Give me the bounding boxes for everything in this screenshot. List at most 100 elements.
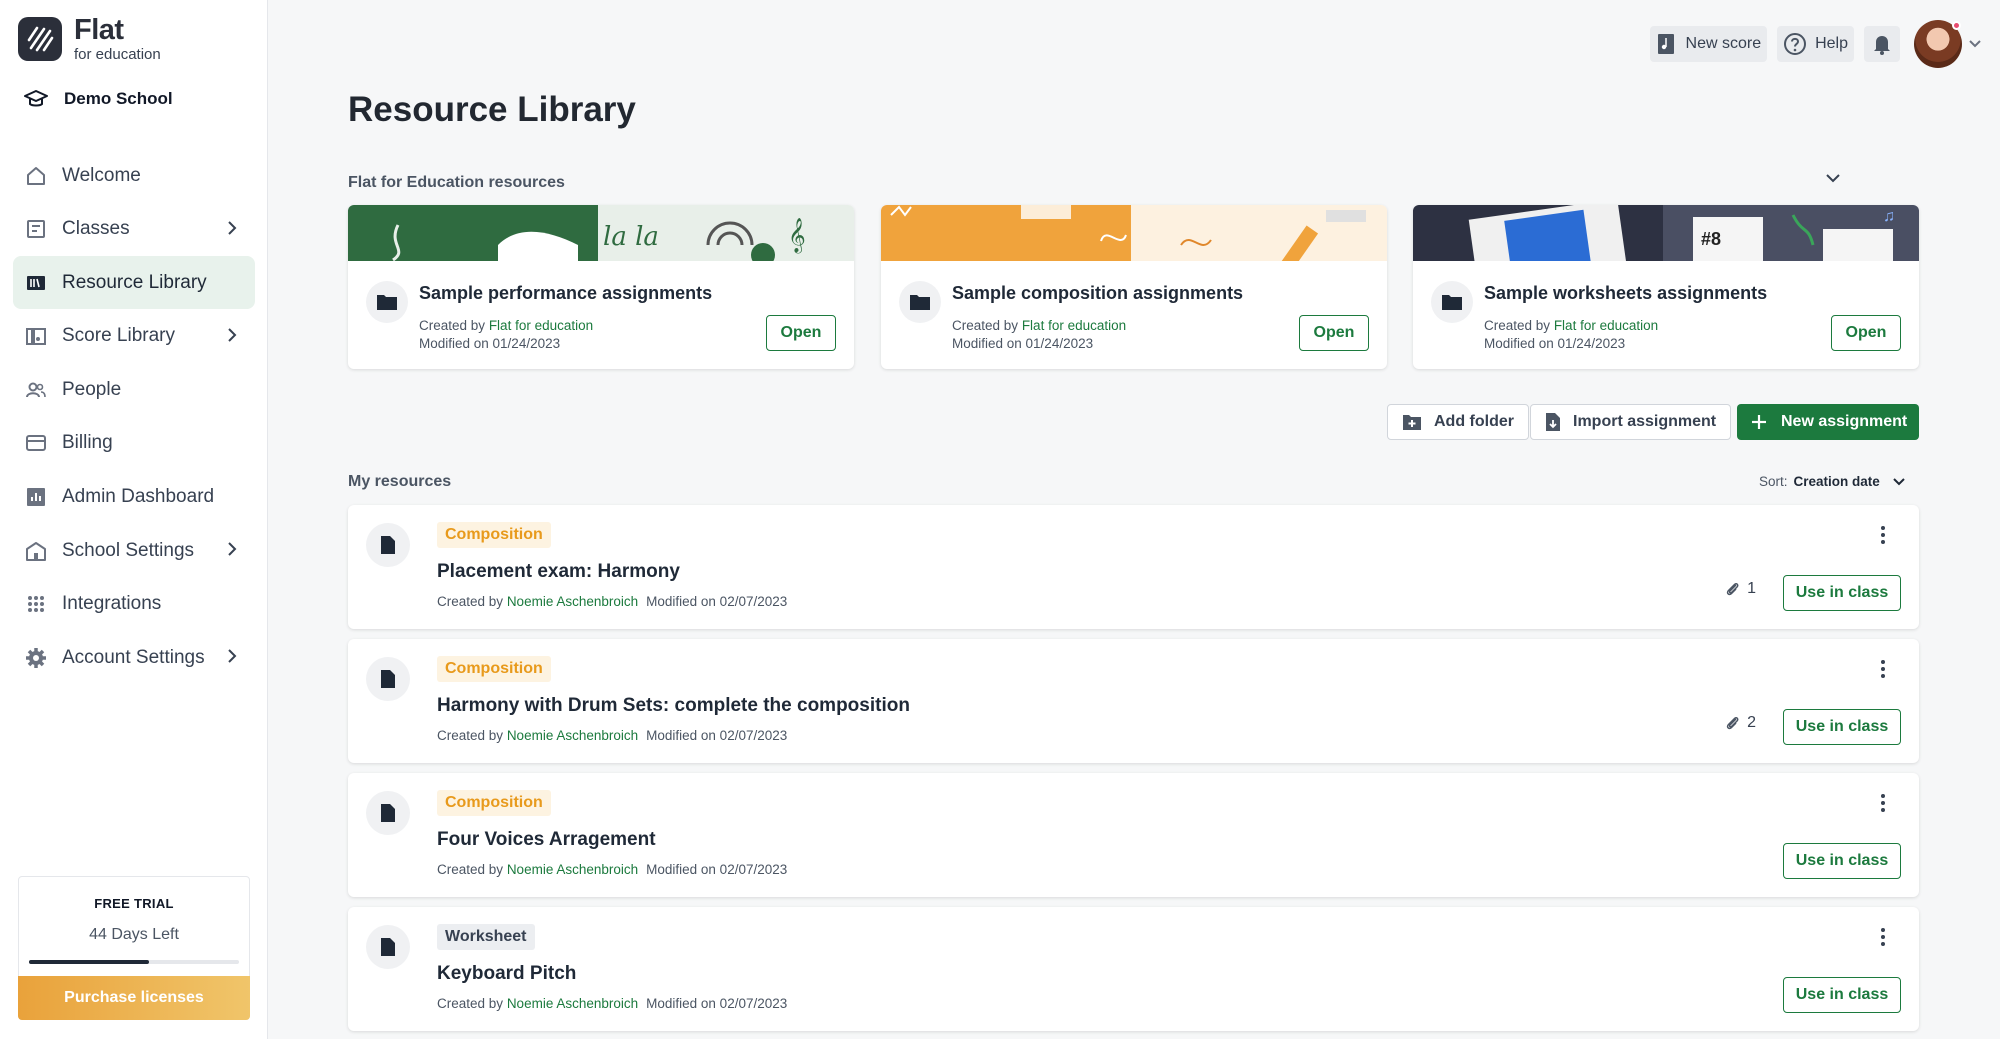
sort-label: Sort: (1759, 474, 1788, 489)
resource-card-title: Sample performance assignments (419, 283, 713, 303)
created-by-prefix: Created by (419, 318, 486, 333)
school-name: Demo School (64, 89, 173, 108)
nav-item-score-library[interactable]: Score Library (13, 310, 255, 363)
add-folder-label: Add folder (1434, 413, 1514, 430)
author-link[interactable]: Noemie Aschenbroich (507, 862, 638, 877)
nav-label: People (62, 378, 122, 400)
chevron-down-icon[interactable] (1968, 39, 1982, 49)
grid-icon (24, 592, 48, 616)
resource-meta: Created by Noemie Aschenbroich Modified o… (437, 594, 787, 609)
nav-label: Classes (62, 218, 130, 240)
open-button[interactable]: Open (766, 315, 836, 351)
brand-name: Flat (74, 14, 124, 46)
composition-banner-illustration (881, 205, 1387, 261)
nav-label: Score Library (62, 325, 175, 347)
author-link[interactable]: Flat for education (1022, 318, 1126, 333)
nav-item-billing[interactable]: Billing (13, 417, 255, 470)
document-icon (366, 657, 410, 701)
notifications-button[interactable] (1864, 26, 1900, 62)
more-options-icon[interactable] (1873, 523, 1893, 547)
flat-logo[interactable]: Flat for education (18, 16, 161, 62)
open-button[interactable]: Open (1831, 315, 1901, 351)
nav-label: Admin Dashboard (62, 486, 215, 508)
trial-title: FREE TRIAL (94, 896, 174, 911)
add-folder-button[interactable]: Add folder (1387, 404, 1529, 440)
help-icon (1784, 33, 1807, 55)
attachments-count: 1 (1725, 580, 1756, 598)
billing-icon (24, 431, 48, 455)
use-in-class-button[interactable]: Use in class (1783, 843, 1901, 879)
resource-card-modified: Modified on 01/24/2023 (419, 336, 561, 351)
author-link[interactable]: Noemie Aschenbroich (507, 728, 638, 743)
resource-item[interactable]: Composition Harmony with Drum Sets: comp… (348, 639, 1919, 763)
nav-label: Welcome (62, 164, 141, 186)
chevron-right-icon (228, 220, 237, 235)
resource-title: Harmony with Drum Sets: complete the com… (437, 695, 910, 716)
more-options-icon[interactable] (1873, 657, 1893, 681)
nav-item-integrations[interactable]: Integrations (13, 578, 255, 631)
resource-card-created: Created by Flat for education (952, 318, 1126, 333)
main-nav: Welcome Classes Resource Library Score L… (13, 149, 255, 685)
sort-dropdown[interactable]: Sort: Creation date (1759, 474, 1906, 489)
import-file-icon (1546, 413, 1560, 431)
classes-icon (24, 217, 48, 241)
use-in-class-button[interactable]: Use in class (1783, 709, 1901, 745)
performance-banner-illustration: la la 𝄞 (348, 205, 854, 261)
resource-card-worksheets: #8 ♫ Sample worksheets assignments Creat… (1413, 205, 1919, 369)
new-score-button[interactable]: New score (1649, 26, 1768, 62)
nav-item-classes[interactable]: Classes (13, 203, 255, 256)
more-options-icon[interactable] (1873, 791, 1893, 815)
modified-date: Modified on 02/07/2023 (646, 862, 788, 877)
flat-logo-icon (18, 17, 62, 61)
resource-card-performance: la la 𝄞 Sample performance assignments C… (348, 205, 854, 369)
more-options-icon[interactable] (1873, 925, 1893, 949)
resource-item[interactable]: Composition Four Voices Arragement Creat… (348, 773, 1919, 897)
school-switcher[interactable]: Demo School (24, 89, 173, 109)
resource-item[interactable]: Composition Placement exam: Harmony Crea… (348, 505, 1919, 629)
composition-tag: Composition (437, 522, 551, 548)
svg-text:♫: ♫ (1883, 208, 1895, 225)
gear-icon (24, 646, 48, 670)
help-button[interactable]: Help (1777, 26, 1854, 62)
trial-days-left: 44 Days Left (89, 926, 179, 943)
nav-item-school-settings[interactable]: School Settings (13, 524, 255, 577)
nav-label: Billing (62, 432, 113, 454)
nav-item-admin-dashboard[interactable]: Admin Dashboard (13, 471, 255, 524)
author-link[interactable]: Noemie Aschenbroich (507, 996, 638, 1011)
use-in-class-button[interactable]: Use in class (1783, 575, 1901, 611)
resource-card-modified: Modified on 01/24/2023 (952, 336, 1094, 351)
resource-meta: Created by Noemie Aschenbroich Modified o… (437, 728, 787, 743)
school-icon (24, 539, 48, 563)
created-by-prefix: Created by (437, 728, 504, 743)
nav-item-resource-library[interactable]: Resource Library (13, 256, 255, 310)
nav-label: School Settings (62, 539, 195, 561)
open-button[interactable]: Open (1299, 315, 1369, 351)
resource-title: Placement exam: Harmony (437, 561, 680, 582)
use-in-class-button[interactable]: Use in class (1783, 977, 1901, 1013)
modified-date: Modified on 02/07/2023 (646, 996, 788, 1011)
collapse-chevron-icon[interactable] (1825, 172, 1841, 184)
nav-item-people[interactable]: People (13, 363, 255, 416)
author-link[interactable]: Flat for education (489, 318, 593, 333)
resource-card-created: Created by Flat for education (419, 318, 593, 333)
flat-resources-label: Flat for Education resources (348, 174, 565, 191)
new-assignment-button[interactable]: New assignment (1737, 404, 1919, 440)
page-title: Resource Library (348, 90, 636, 129)
composition-tag: Composition (437, 790, 551, 816)
nav-label: Integrations (62, 593, 162, 615)
nav-item-account-settings[interactable]: Account Settings (13, 631, 255, 684)
sort-value: Creation date (1793, 474, 1880, 489)
author-link[interactable]: Noemie Aschenbroich (507, 594, 638, 609)
created-by-prefix: Created by (437, 862, 504, 877)
user-avatar[interactable] (1914, 20, 1962, 68)
author-link[interactable]: Flat for education (1554, 318, 1658, 333)
resource-card-title: Sample worksheets assignments (1484, 283, 1768, 303)
nav-item-welcome[interactable]: Welcome (13, 149, 255, 202)
import-assignment-button[interactable]: Import assignment (1530, 404, 1732, 440)
svg-text:la la: la la (603, 222, 659, 252)
resource-title: Keyboard Pitch (437, 963, 577, 984)
people-icon (24, 378, 48, 402)
resource-item[interactable]: Worksheet Keyboard Pitch Created by Noem… (348, 907, 1919, 1031)
purchase-licenses-button[interactable]: Purchase licenses (18, 976, 250, 1020)
resource-card-modified: Modified on 01/24/2023 (1484, 336, 1626, 351)
